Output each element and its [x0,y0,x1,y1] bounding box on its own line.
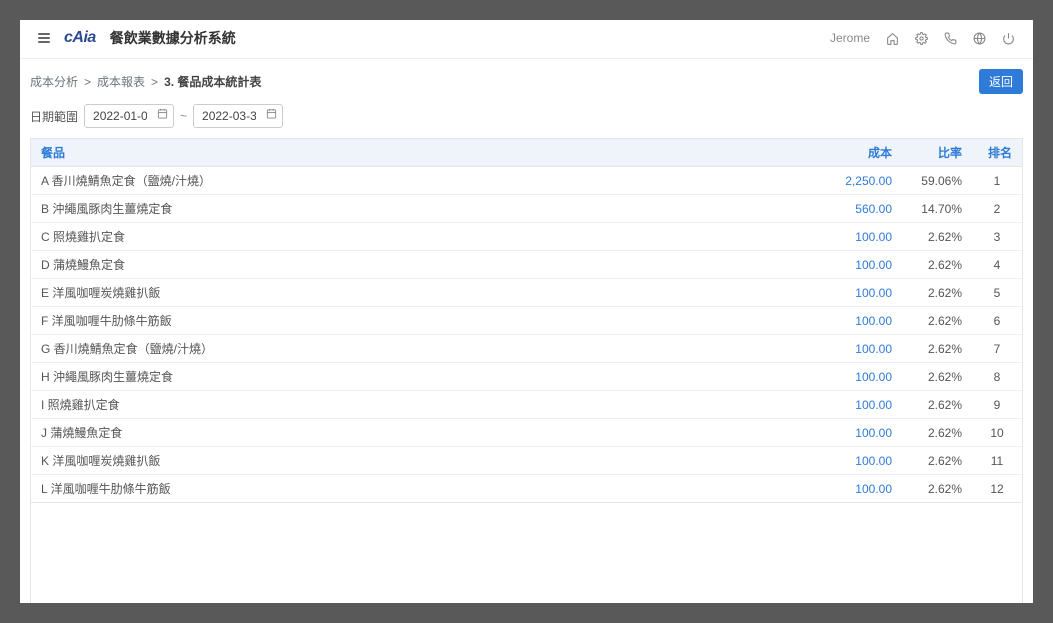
table-row: F 洋風咖喱牛肋條牛筋飯100.002.62%6 [31,307,1022,335]
cell-rank: 12 [972,475,1022,503]
cell-rank: 6 [972,307,1022,335]
cell-name: G 香川燒鯖魚定食（鹽燒/汁燒） [31,335,812,363]
table-row: E 洋風咖喱炭燒雞扒飯100.002.62%5 [31,279,1022,307]
table-row: D 蒲燒鰻魚定食100.002.62%4 [31,251,1022,279]
breadcrumb-bar: 成本分析 > 成本報表 > 3. 餐品成本統計表 返回 [20,59,1033,94]
cell-rate: 59.06% [902,167,972,195]
cell-name: K 洋風咖喱炭燒雞扒飯 [31,447,812,475]
crumb-sep: > [84,75,91,89]
cell-rank: 9 [972,391,1022,419]
cell-name: F 洋風咖喱牛肋條牛筋飯 [31,307,812,335]
cell-cost[interactable]: 100.00 [812,223,902,251]
cell-cost[interactable]: 100.00 [812,475,902,503]
cell-rate: 2.62% [902,391,972,419]
calendar-icon[interactable] [266,108,277,122]
cell-name: C 照燒雞扒定食 [31,223,812,251]
crumb-cost-report[interactable]: 成本報表 [97,73,145,90]
header-bar: cAia 餐飲業數據分析系統 Jerome [20,20,1033,59]
cell-cost[interactable]: 100.00 [812,307,902,335]
col-header-rank[interactable]: 排名 [972,139,1022,167]
cell-name: H 沖繩風豚肉生薑燒定食 [31,363,812,391]
table-body: A 香川燒鯖魚定食（鹽燒/汁燒）2,250.0059.06%1B 沖繩風豚肉生薑… [31,167,1022,503]
logo: cAia [64,29,96,47]
cell-cost[interactable]: 100.00 [812,251,902,279]
cost-table: 餐品 成本 比率 排名 A 香川燒鯖魚定食（鹽燒/汁燒）2,250.0059.0… [31,139,1022,502]
range-tilde: ~ [180,109,187,123]
cell-cost[interactable]: 100.00 [812,447,902,475]
cell-name: J 蒲燒鰻魚定食 [31,419,812,447]
cell-rate: 2.62% [902,279,972,307]
cell-rank: 7 [972,335,1022,363]
table-row: C 照燒雞扒定食100.002.62%3 [31,223,1022,251]
cell-rate: 2.62% [902,447,972,475]
app-title: 餐飲業數據分析系統 [110,28,236,48]
gear-icon[interactable] [915,32,928,45]
col-header-name[interactable]: 餐品 [31,139,812,167]
cell-rate: 14.70% [902,195,972,223]
table-row: A 香川燒鯖魚定食（鹽燒/汁燒）2,250.0059.06%1 [31,167,1022,195]
cost-table-container: 餐品 成本 比率 排名 A 香川燒鯖魚定食（鹽燒/汁燒）2,250.0059.0… [30,138,1023,503]
cell-rate: 2.62% [902,363,972,391]
table-row: K 洋風咖喱炭燒雞扒飯100.002.62%11 [31,447,1022,475]
table-row: L 洋風咖喱牛肋條牛筋飯100.002.62%12 [31,475,1022,503]
table-row: J 蒲燒鰻魚定食100.002.62%10 [31,419,1022,447]
cell-cost[interactable]: 100.00 [812,419,902,447]
cell-name: B 沖繩風豚肉生薑燒定食 [31,195,812,223]
cell-cost[interactable]: 100.00 [812,363,902,391]
cell-name: E 洋風咖喱炭燒雞扒飯 [31,279,812,307]
cell-rate: 2.62% [902,223,972,251]
breadcrumb: 成本分析 > 成本報表 > 3. 餐品成本統計表 [30,73,261,90]
cell-name: A 香川燒鯖魚定食（鹽燒/汁燒） [31,167,812,195]
cell-cost[interactable]: 100.00 [812,335,902,363]
cell-rank: 11 [972,447,1022,475]
cell-rank: 1 [972,167,1022,195]
cell-rate: 2.62% [902,419,972,447]
header-right: Jerome [830,31,1015,45]
cell-rate: 2.62% [902,475,972,503]
date-to-wrap [193,104,283,128]
username-label: Jerome [830,31,870,45]
menu-toggle-icon[interactable] [38,31,50,45]
calendar-icon[interactable] [157,108,168,122]
cell-rate: 2.62% [902,251,972,279]
cell-rank: 10 [972,419,1022,447]
date-range-label: 日期範圍 [30,108,78,125]
cell-rank: 8 [972,363,1022,391]
back-button[interactable]: 返回 [979,69,1023,94]
table-empty-space [30,503,1023,603]
cell-cost[interactable]: 100.00 [812,391,902,419]
cell-name: I 照燒雞扒定食 [31,391,812,419]
cell-rank: 3 [972,223,1022,251]
cell-rank: 5 [972,279,1022,307]
cell-name: L 洋風咖喱牛肋條牛筋飯 [31,475,812,503]
cell-cost[interactable]: 560.00 [812,195,902,223]
cell-rank: 2 [972,195,1022,223]
col-header-rate[interactable]: 比率 [902,139,972,167]
logo-text: cAia [64,29,96,47]
filter-bar: 日期範圍 ~ [20,94,1033,138]
table-row: I 照燒雞扒定食100.002.62%9 [31,391,1022,419]
crumb-current: 3. 餐品成本統計表 [164,73,261,90]
cell-rate: 2.62% [902,335,972,363]
header-left: cAia 餐飲業數據分析系統 [38,28,236,48]
cell-name: D 蒲燒鰻魚定食 [31,251,812,279]
home-icon[interactable] [886,32,899,45]
power-icon[interactable] [1002,32,1015,45]
crumb-sep: > [151,75,158,89]
cell-rank: 4 [972,251,1022,279]
phone-icon[interactable] [944,32,957,45]
crumb-cost-analysis[interactable]: 成本分析 [30,73,78,90]
table-row: B 沖繩風豚肉生薑燒定食560.0014.70%2 [31,195,1022,223]
globe-icon[interactable] [973,32,986,45]
cell-rate: 2.62% [902,307,972,335]
app-window: cAia 餐飲業數據分析系統 Jerome 成本分析 [20,20,1033,603]
table-row: H 沖繩風豚肉生薑燒定食100.002.62%8 [31,363,1022,391]
cell-cost[interactable]: 2,250.00 [812,167,902,195]
cell-cost[interactable]: 100.00 [812,279,902,307]
table-header-row: 餐品 成本 比率 排名 [31,139,1022,167]
col-header-cost[interactable]: 成本 [812,139,902,167]
table-row: G 香川燒鯖魚定食（鹽燒/汁燒）100.002.62%7 [31,335,1022,363]
date-from-wrap [84,104,174,128]
